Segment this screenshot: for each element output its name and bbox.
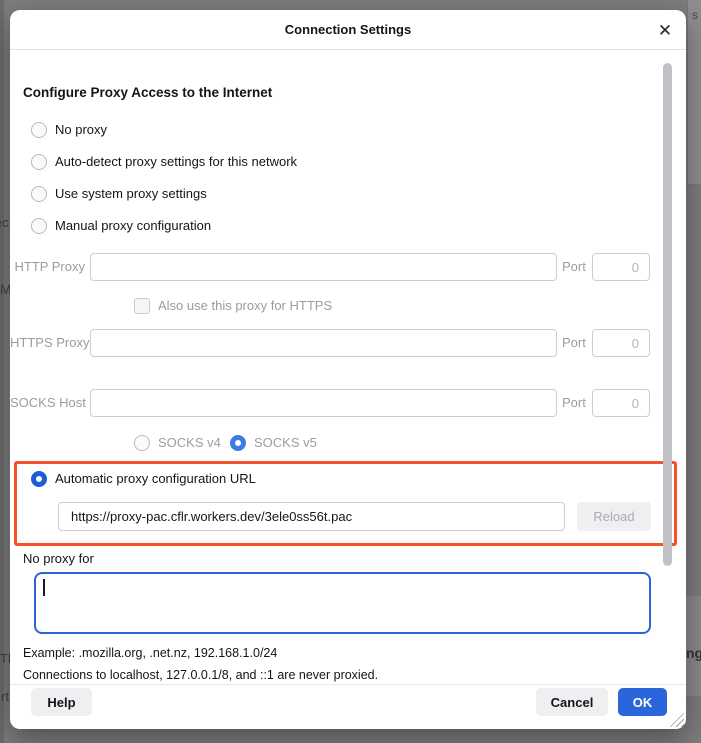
radio-no-proxy-label: No proxy xyxy=(55,122,107,138)
radio-auto-detect-label: Auto-detect proxy settings for this netw… xyxy=(55,154,297,170)
https-port-input[interactable] xyxy=(592,329,650,357)
background-edge-strip xyxy=(0,0,4,743)
socks-host-input[interactable] xyxy=(90,389,557,417)
background-text-fragment: rt xyxy=(1,689,9,704)
reload-button[interactable]: Reload xyxy=(577,502,651,531)
background-text-fragment: ec xyxy=(0,215,9,230)
http-proxy-input[interactable] xyxy=(90,253,557,281)
radio-manual-proxy[interactable] xyxy=(31,218,47,234)
socks-port-input[interactable] xyxy=(592,389,650,417)
dialog-header: Connection Settings ✕ xyxy=(10,10,686,50)
never-proxied-note: Connections to localhost, 127.0.0.1/8, a… xyxy=(23,667,378,683)
footer-divider xyxy=(10,684,686,685)
http-proxy-row: HTTP Proxy Port xyxy=(10,253,686,281)
radio-manual-proxy-label: Manual proxy configuration xyxy=(55,218,211,234)
radio-automatic-proxy-url[interactable] xyxy=(31,471,47,487)
background-text-fragment: ng xyxy=(686,645,701,661)
radio-automatic-proxy-url-label: Automatic proxy configuration URL xyxy=(55,471,256,487)
text-cursor xyxy=(43,579,45,596)
http-port-label: Port xyxy=(562,253,588,281)
scrollbar-thumb[interactable] xyxy=(663,63,672,566)
ok-button[interactable]: OK xyxy=(618,688,667,716)
also-use-https-label: Also use this proxy for HTTPS xyxy=(158,298,332,314)
proxy-url-input[interactable] xyxy=(58,502,565,531)
radio-socks-v4-label: SOCKS v4 xyxy=(158,435,221,451)
no-proxy-textarea[interactable] xyxy=(34,572,651,634)
https-proxy-row: HTTPS Proxy Port xyxy=(10,329,686,357)
example-text: Example: .mozilla.org, .net.nz, 192.168.… xyxy=(23,645,277,661)
dialog-title: Connection Settings xyxy=(10,10,686,50)
also-use-https-checkbox[interactable] xyxy=(134,298,150,314)
https-port-label: Port xyxy=(562,329,588,357)
radio-socks-v5-label: SOCKS v5 xyxy=(254,435,317,451)
http-port-input[interactable] xyxy=(592,253,650,281)
https-proxy-input[interactable] xyxy=(90,329,557,357)
socks-host-label: SOCKS Host xyxy=(10,389,85,417)
resize-grip-icon[interactable] xyxy=(669,712,684,727)
radio-socks-v5[interactable] xyxy=(230,435,246,451)
radio-system-proxy-label: Use system proxy settings xyxy=(55,186,207,202)
radio-system-proxy[interactable] xyxy=(31,186,47,202)
http-proxy-label: HTTP Proxy xyxy=(10,253,85,281)
help-button[interactable]: Help xyxy=(31,688,92,716)
close-icon[interactable]: ✕ xyxy=(652,18,678,44)
no-proxy-for-label: No proxy for xyxy=(23,551,94,567)
background-panel: s xyxy=(687,0,701,185)
section-heading: Configure Proxy Access to the Internet xyxy=(23,85,272,100)
connection-settings-dialog: Connection Settings ✕ Configure Proxy Ac… xyxy=(10,10,686,729)
cancel-button[interactable]: Cancel xyxy=(536,688,608,716)
radio-auto-detect[interactable] xyxy=(31,154,47,170)
socks-host-row: SOCKS Host Port xyxy=(10,389,686,417)
radio-socks-v4[interactable] xyxy=(134,435,150,451)
https-proxy-label: HTTPS Proxy xyxy=(10,329,85,357)
background-text-fragment: s xyxy=(692,8,698,22)
socks-port-label: Port xyxy=(562,389,588,417)
screen: s ec M Th rt ng Connection Settings ✕ Co… xyxy=(0,0,701,743)
radio-no-proxy[interactable] xyxy=(31,122,47,138)
